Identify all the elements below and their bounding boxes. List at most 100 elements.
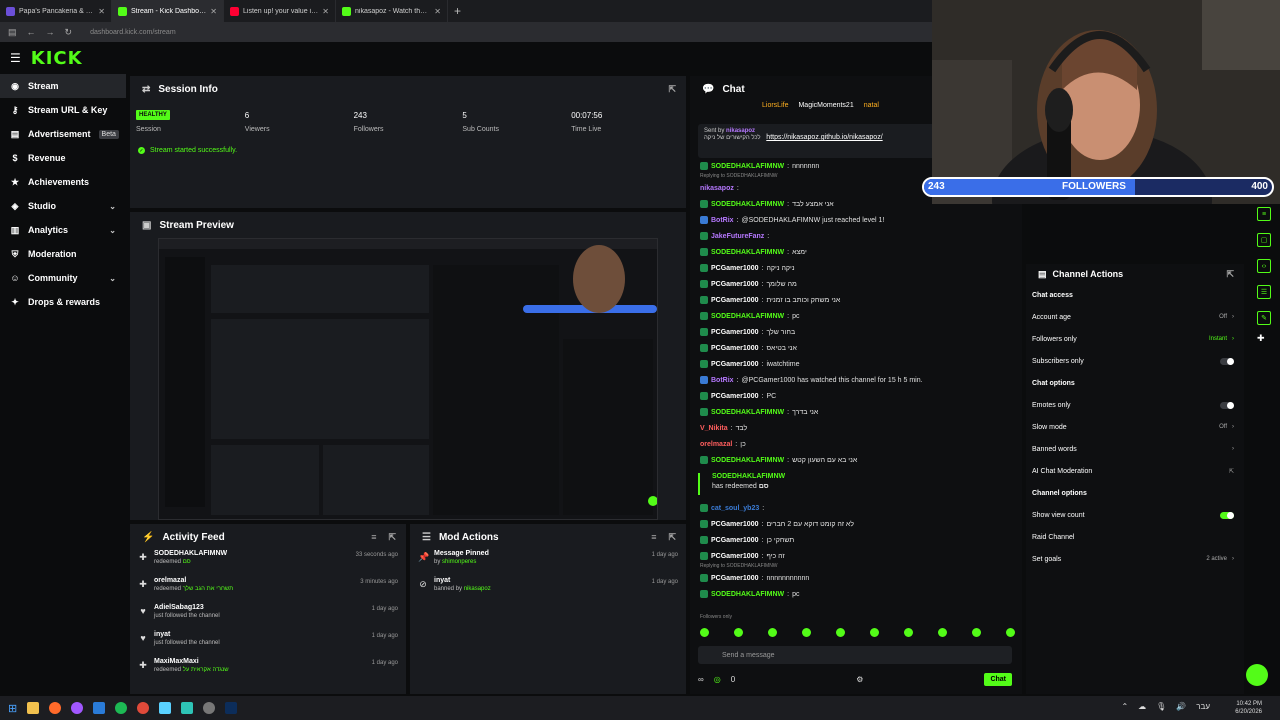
pinned-sender[interactable]: nikasapoz bbox=[726, 128, 755, 134]
toggle-switch[interactable] bbox=[1220, 401, 1234, 409]
browser-tab[interactable]: Listen up! your value isn't d✕ bbox=[224, 0, 336, 22]
address-bar[interactable]: ▤ ← → ↻ dashboard.kick.com/stream bbox=[0, 22, 932, 42]
feed-item[interactable]: ✚ MaxiMaxMaxi redeemed שנגדה אקראית על 1 da… bbox=[130, 658, 406, 685]
reload-icon[interactable]: ↻ bbox=[65, 27, 73, 38]
close-tab-icon[interactable]: ✕ bbox=[98, 7, 105, 16]
new-tab-button[interactable]: + bbox=[454, 4, 461, 18]
filter-icon[interactable]: ≡ bbox=[371, 532, 376, 543]
channel-action-row[interactable]: Raid Channel bbox=[1026, 526, 1244, 548]
app-icon[interactable] bbox=[181, 702, 194, 714]
sidebar-item-achievements[interactable]: ★ Achievements bbox=[0, 170, 126, 194]
sidebar-item-revenue[interactable]: $ Revenue bbox=[0, 146, 126, 170]
chat-message[interactable]: PCGamer1000: לא זה קומט דוקא עם 2 חברים bbox=[700, 517, 854, 531]
feed-item[interactable]: ♥ inyat just followed the channel 1 day ag… bbox=[130, 631, 406, 658]
close-tab-icon[interactable]: ✕ bbox=[210, 7, 217, 16]
sidebar-item-studio[interactable]: ◈ Studio ⌄ bbox=[0, 194, 126, 218]
app-icon[interactable] bbox=[159, 702, 172, 714]
chat-toggle-icon[interactable]: ▢ bbox=[1257, 233, 1271, 247]
chat-message[interactable]: PCGamer1000: PC bbox=[700, 389, 776, 403]
top-chatter[interactable]: MagicMoments21 bbox=[798, 102, 853, 109]
firefox-icon[interactable] bbox=[49, 702, 62, 714]
chevron-down-icon[interactable]: ⌄ bbox=[109, 274, 116, 283]
chat-username[interactable]: PCGamer1000 bbox=[711, 281, 758, 288]
chevron-right-icon[interactable]: › bbox=[1232, 336, 1234, 342]
popout-icon[interactable]: ⇱ bbox=[668, 532, 676, 543]
top-chatter[interactable]: LiorsLife bbox=[762, 102, 788, 109]
chat-username[interactable]: PCGamer1000 bbox=[711, 521, 758, 528]
chevron-right-icon[interactable]: › bbox=[1232, 446, 1234, 452]
feed-item-name[interactable]: MaxiMaxMaxi bbox=[154, 658, 366, 665]
chat-username[interactable]: PCGamer1000 bbox=[711, 265, 758, 272]
close-tab-icon[interactable]: ✕ bbox=[434, 7, 441, 16]
chat-message[interactable]: SODEDHAKLAFIMNW: אני בדרך bbox=[700, 405, 818, 419]
emote-icon[interactable] bbox=[1006, 628, 1015, 637]
chevron-right-icon[interactable]: › bbox=[1232, 556, 1234, 562]
chat-username[interactable]: PCGamer1000 bbox=[711, 297, 758, 304]
chevron-right-icon[interactable]: › bbox=[1232, 314, 1234, 320]
clock[interactable]: 10:42 PM 6/20/2026 bbox=[1235, 700, 1262, 716]
settings-icon[interactable] bbox=[203, 702, 216, 714]
chat-message[interactable]: JakeFutureFanz: bbox=[700, 229, 772, 243]
chat-username[interactable]: SODEDHAKLAFIMNW bbox=[711, 249, 784, 256]
volume-icon[interactable]: 🔊 bbox=[1176, 702, 1186, 711]
messenger-icon[interactable] bbox=[71, 702, 84, 714]
chat-message[interactable]: PCGamer1000: iwatchtime bbox=[700, 357, 800, 371]
channel-action-row[interactable]: Set goals 2 active › bbox=[1026, 548, 1244, 570]
top-chatter[interactable]: natal bbox=[864, 102, 879, 109]
emote-icon[interactable] bbox=[870, 628, 879, 637]
chat-message[interactable]: PCGamer1000: אני בטיאס bbox=[700, 341, 797, 355]
chat-message[interactable]: PCGamer1000: nnnnnnnnnnn bbox=[700, 571, 809, 585]
kick-logo[interactable]: KICK bbox=[31, 48, 83, 69]
chat-message[interactable]: PCGamer1000: אני משחק וכותב בו זמנית bbox=[700, 293, 840, 307]
layers-icon[interactable]: ☰ bbox=[1257, 285, 1271, 299]
photoshop-icon[interactable] bbox=[225, 702, 238, 714]
feed-item-name[interactable]: orelmazal bbox=[154, 577, 354, 584]
chat-username[interactable]: orelmazal bbox=[700, 441, 732, 448]
channel-action-row[interactable]: Slow mode Off › bbox=[1026, 416, 1244, 438]
sidebar-item-community[interactable]: ☺ Community ⌄ bbox=[0, 266, 126, 290]
chat-username[interactable]: SODEDHAKLAFIMNW bbox=[711, 163, 784, 170]
toggle-switch[interactable] bbox=[1220, 357, 1234, 365]
chat-username[interactable]: SODEDHAKLAFIMNW bbox=[712, 473, 785, 480]
chat-send-button[interactable]: Chat bbox=[984, 672, 1012, 686]
app-icon[interactable] bbox=[93, 702, 106, 714]
chat-message[interactable]: V_Nikita: לבד bbox=[700, 421, 747, 435]
chat-username[interactable]: SODEDHAKLAFIMNW bbox=[711, 201, 784, 208]
sidebar-item-stream-url-key[interactable]: ⚷ Stream URL & Key bbox=[0, 98, 126, 122]
chat-message[interactable]: PCGamer1000: תשחקי כן bbox=[700, 533, 794, 547]
chat-message[interactable]: cat_soul_yb23: bbox=[700, 501, 767, 515]
chat-message[interactable]: SODEDHAKLAFIMNW: ימצא bbox=[700, 245, 807, 259]
popout-icon[interactable]: ⇱ bbox=[668, 84, 676, 95]
chat-message[interactable]: PCGamer1000: זה כיף bbox=[700, 549, 785, 563]
chat-input[interactable]: Send a message bbox=[698, 646, 1012, 664]
emote-icon[interactable] bbox=[972, 628, 981, 637]
feed-item[interactable]: ⊘ inyat banned by nikasapoz 1 day ago bbox=[410, 577, 686, 604]
chrome-icon[interactable] bbox=[137, 702, 150, 714]
feed-item-name[interactable]: inyat bbox=[154, 631, 366, 638]
filter-icon[interactable]: ≡ bbox=[651, 532, 656, 543]
panel-toggle-icon[interactable]: ≡ bbox=[1257, 207, 1271, 221]
chat-username[interactable]: PCGamer1000 bbox=[711, 393, 758, 400]
toggle-switch[interactable] bbox=[1220, 511, 1234, 519]
feed-item-name[interactable]: inyat bbox=[434, 577, 646, 584]
windows-start-icon[interactable]: ⊞ bbox=[8, 702, 17, 715]
chat-username[interactable]: PCGamer1000 bbox=[711, 361, 758, 368]
chat-username[interactable]: PCGamer1000 bbox=[711, 329, 758, 336]
sidebar-item-stream[interactable]: ◉ Stream bbox=[0, 74, 126, 98]
feed-item[interactable]: ✚ orelmazal redeemed תשחרי את הגב שלך 3 min… bbox=[130, 577, 406, 604]
chat-username[interactable]: SODEDHAKLAFIMNW bbox=[711, 591, 784, 598]
chat-username[interactable]: SODEDHAKLAFIMNW bbox=[711, 409, 784, 416]
chat-message[interactable]: SODEDHAKLAFIMNW: אני בא עם השעון קטש bbox=[700, 453, 857, 467]
emote-icon[interactable] bbox=[938, 628, 947, 637]
feed-item[interactable]: 📌 Message Pinned by shimonperes 1 day ago bbox=[410, 550, 686, 577]
chat-message[interactable]: PCGamer1000: מה שלומך bbox=[700, 277, 797, 291]
feed-item[interactable]: ✚ SODEDHAKLAFIMNW redeemed סם 33 seconds ag… bbox=[130, 550, 406, 577]
pinned-link[interactable]: https://nikasapoz.github.io/nikasapoz/ bbox=[766, 134, 882, 141]
chat-username[interactable]: BotRix bbox=[711, 217, 734, 224]
microphone-icon[interactable]: 🎙 bbox=[1156, 702, 1166, 711]
channel-action-row[interactable]: Followers only Instant › bbox=[1026, 328, 1244, 350]
emote-icon[interactable] bbox=[734, 628, 743, 637]
emote-icon[interactable] bbox=[836, 628, 845, 637]
spotify-icon[interactable] bbox=[115, 702, 128, 714]
browser-tab[interactable]: nikasapoz - Watch the VOD✕ bbox=[336, 0, 448, 22]
